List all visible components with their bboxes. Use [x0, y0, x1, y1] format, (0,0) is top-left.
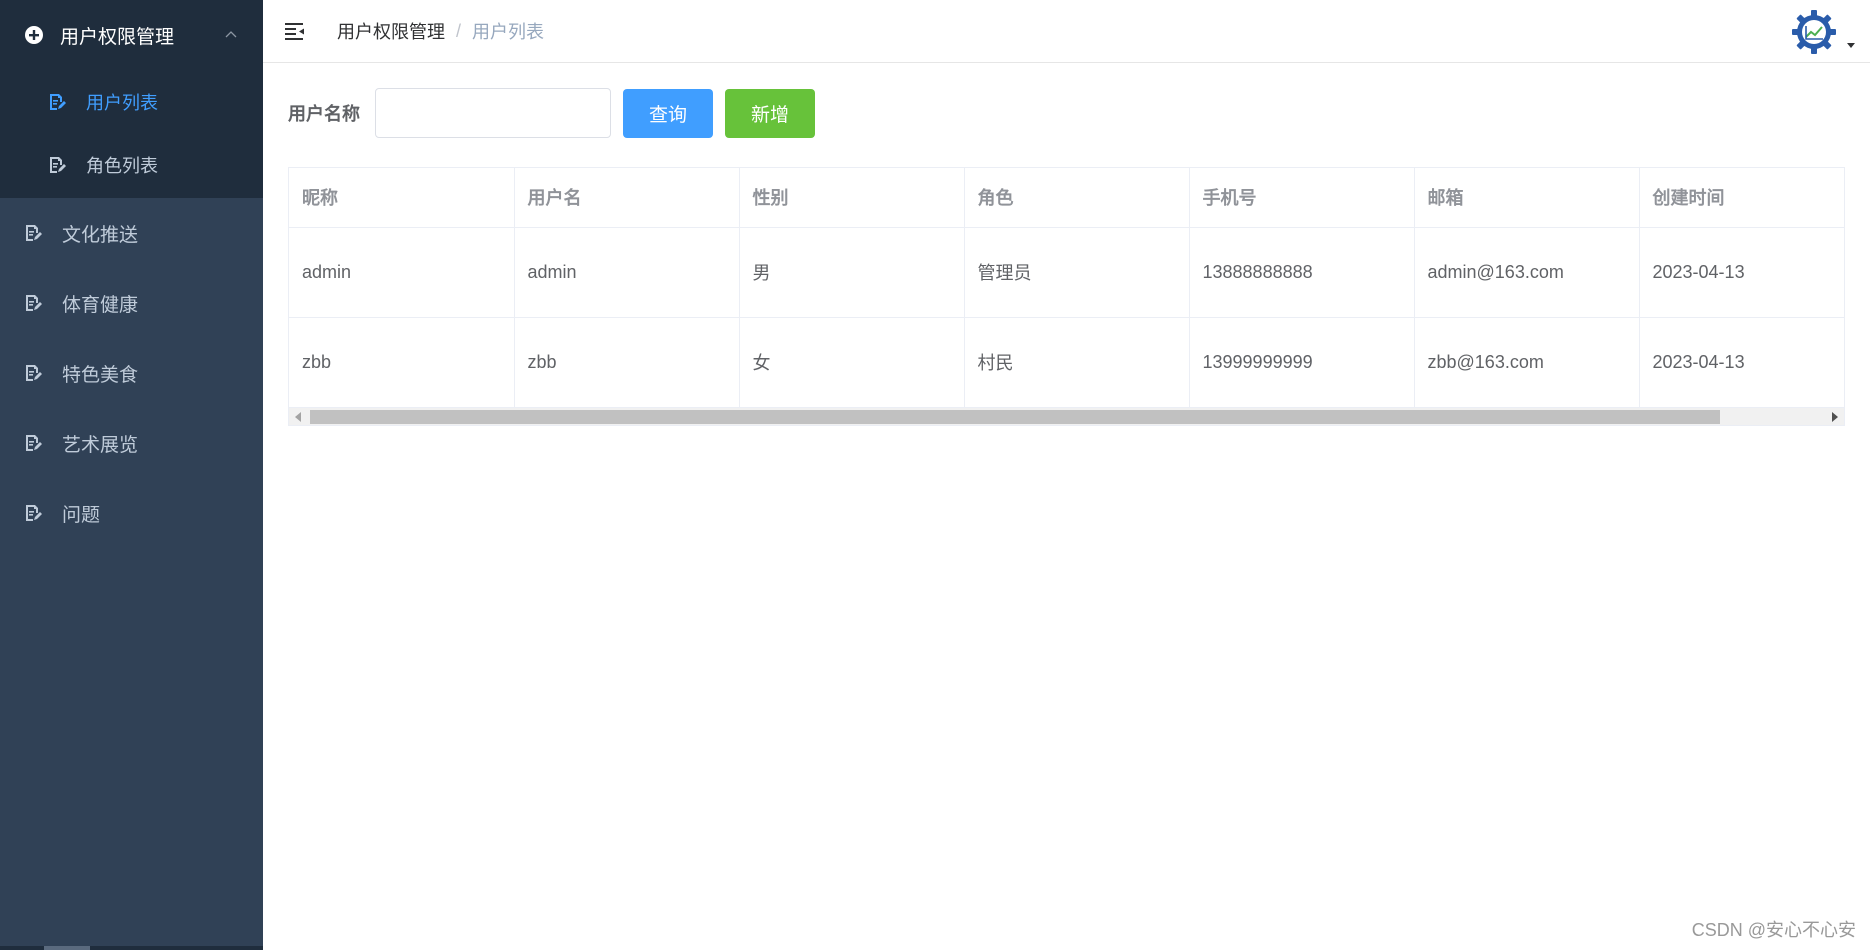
- document-edit-icon: [26, 295, 42, 311]
- avatar-gear-chart-icon: [1792, 10, 1836, 54]
- column-header-username: 用户名: [514, 168, 740, 228]
- sidebar-item-sports-health[interactable]: 体育健康: [0, 268, 263, 338]
- cell-phone: 13888888888: [1189, 227, 1415, 318]
- cell-gender: 女: [739, 317, 965, 408]
- cell-username: zbb: [514, 317, 740, 408]
- watermark: CSDN @安心不心安: [1691, 920, 1856, 940]
- sidebar-item-role-list[interactable]: 角色列表: [0, 133, 263, 196]
- hamburger-icon[interactable]: [283, 20, 307, 42]
- document-edit-icon: [26, 225, 42, 241]
- document-edit-icon: [50, 156, 66, 173]
- table-header-row: 昵称 用户名 性别 角色 手机号 邮箱 创建时间: [289, 168, 1844, 228]
- cell-nickname: zbb: [289, 317, 515, 408]
- sidebar-item-art[interactable]: 艺术展览: [0, 408, 263, 478]
- scroll-right-arrow-icon[interactable]: [1832, 411, 1838, 422]
- sidebar-item-label: 用户列表: [86, 92, 158, 113]
- caret-down-icon: [1847, 43, 1855, 48]
- sidebar-item-label: 角色列表: [86, 155, 158, 176]
- column-header-nickname: 昵称: [289, 168, 515, 228]
- table-row[interactable]: admin admin 男 管理员 13888888888 admin@163.…: [289, 227, 1844, 318]
- sidebar-scrollbar[interactable]: [0, 946, 263, 950]
- content: 用户名称 查询 新增 昵称 用户名 性别 角色 手机号 邮箱 创建时间 admi…: [263, 63, 1870, 426]
- cell-nickname: admin: [289, 227, 515, 318]
- user-table-wrapper: 昵称 用户名 性别 角色 手机号 邮箱 创建时间 admin admin 男 管…: [288, 167, 1845, 408]
- cell-gender: 男: [739, 227, 965, 318]
- sidebar-item-culture[interactable]: 文化推送: [0, 198, 263, 268]
- column-header-email: 邮箱: [1414, 168, 1640, 228]
- document-edit-icon: [26, 365, 42, 381]
- chevron-up-icon: [225, 31, 237, 38]
- circle-plus-icon: [25, 26, 43, 44]
- document-edit-icon: [50, 93, 66, 110]
- sidebar-item-user-list[interactable]: 用户列表: [0, 70, 263, 133]
- navbar: 用户权限管理 / 用户列表: [263, 0, 1870, 63]
- cell-role: 管理员: [964, 227, 1190, 318]
- sidebar-scrollbar-thumb[interactable]: [44, 946, 90, 950]
- breadcrumb-separator: /: [456, 20, 462, 41]
- menu-group-user-permissions[interactable]: 用户权限管理: [0, 0, 263, 70]
- username-search-input[interactable]: [375, 88, 611, 138]
- column-header-created-time: 创建时间: [1639, 168, 1844, 228]
- submenu-user-permissions: 用户列表 角色列表: [0, 70, 263, 198]
- breadcrumb-current: 用户列表: [472, 22, 545, 42]
- cell-email: zbb@163.com: [1414, 317, 1640, 408]
- breadcrumb-parent[interactable]: 用户权限管理: [337, 18, 445, 44]
- table-horizontal-scrollbar[interactable]: [288, 407, 1845, 426]
- sidebar-item-label: 艺术展览: [62, 434, 139, 456]
- sidebar-item-label: 问题: [62, 504, 101, 526]
- scrollbar-thumb[interactable]: [310, 409, 1720, 424]
- app-root: 用户权限管理 用户列表 角色列表 文化推送 体育健康 特色美食 艺术展览 问题 …: [0, 0, 1870, 950]
- cell-email: admin@163.com: [1414, 227, 1640, 318]
- menu-group-label: 用户权限管理: [60, 26, 175, 48]
- document-edit-icon: [26, 505, 42, 521]
- cell-created-time: 2023-04-13: [1639, 317, 1844, 408]
- query-button[interactable]: 查询: [623, 88, 714, 138]
- sidebar-item-food[interactable]: 特色美食: [0, 338, 263, 408]
- column-header-phone: 手机号: [1189, 168, 1415, 228]
- sidebar-item-label: 特色美食: [62, 364, 139, 386]
- cell-role: 村民: [964, 317, 1190, 408]
- add-button[interactable]: 新增: [725, 88, 816, 138]
- document-edit-icon: [26, 435, 42, 451]
- sidebar-item-label: 文化推送: [62, 224, 139, 246]
- sidebar-item-questions[interactable]: 问题: [0, 478, 263, 548]
- user-menu[interactable]: [1790, 8, 1856, 56]
- scroll-left-arrow-icon[interactable]: [295, 411, 301, 422]
- cell-phone: 13999999999: [1189, 317, 1415, 408]
- user-table: 昵称 用户名 性别 角色 手机号 邮箱 创建时间 admin admin 男 管…: [289, 168, 1844, 408]
- breadcrumb: 用户权限管理 / 用户列表: [337, 18, 544, 44]
- filter-bar: 用户名称 查询 新增: [288, 88, 1845, 138]
- cell-username: admin: [514, 227, 740, 318]
- sidebar-item-label: 体育健康: [62, 294, 139, 316]
- column-header-role: 角色: [964, 168, 1190, 228]
- table-row[interactable]: zbb zbb 女 村民 13999999999 zbb@163.com 202…: [289, 317, 1844, 408]
- username-filter-label: 用户名称: [288, 104, 360, 124]
- main-area: 用户权限管理 / 用户列表 用户名称 查询 新增 昵称 用户名 性别 角色 手机…: [263, 0, 1870, 950]
- cell-created-time: 2023-04-13: [1639, 227, 1844, 318]
- column-header-gender: 性别: [739, 168, 965, 228]
- sidebar: 用户权限管理 用户列表 角色列表 文化推送 体育健康 特色美食 艺术展览 问题: [0, 0, 263, 950]
